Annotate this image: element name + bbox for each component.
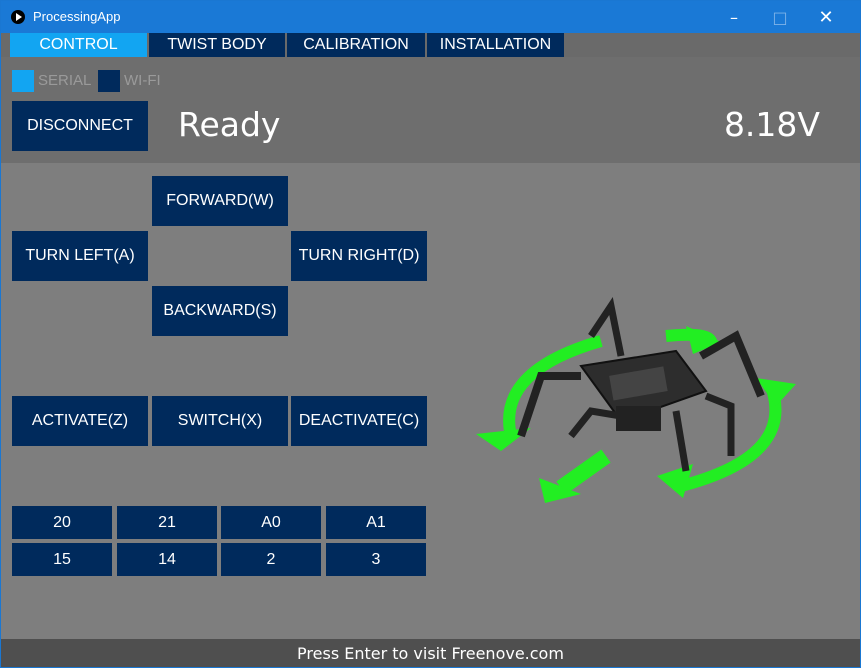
serial-radio[interactable]: [12, 70, 34, 92]
pin-button-15[interactable]: 15: [12, 543, 112, 576]
hexapod-robot-illustration: [476, 297, 796, 503]
turn-left-button[interactable]: TURN LEFT(A): [12, 231, 148, 281]
app-window: ProcessingApp – □ ✕ CONTROL TWIST BODY C…: [0, 0, 861, 668]
robot-leg-6: [672, 410, 690, 472]
close-icon[interactable]: ✕: [803, 1, 849, 33]
tab-bar: CONTROL TWIST BODY CALIBRATION INSTALLAT…: [1, 33, 860, 57]
pin-button-a1[interactable]: A1: [326, 506, 426, 539]
backward-button[interactable]: BACKWARD(S): [152, 286, 288, 336]
robot-leg-2: [517, 372, 581, 438]
robot-battery: [616, 406, 661, 431]
connection-status: Ready: [178, 105, 281, 144]
disconnect-button[interactable]: DISCONNECT: [12, 101, 148, 151]
tab-installation[interactable]: INSTALLATION: [427, 33, 564, 57]
title-bar: ProcessingApp – □ ✕: [1, 1, 860, 33]
robot-leg-4: [704, 392, 735, 456]
maximize-icon[interactable]: □: [757, 1, 803, 33]
pin-button-3[interactable]: 3: [326, 543, 426, 576]
pin-button-a0[interactable]: A0: [221, 506, 321, 539]
activate-button[interactable]: ACTIVATE(Z): [12, 396, 148, 446]
pin-button-14[interactable]: 14: [117, 543, 217, 576]
turn-right-button[interactable]: TURN RIGHT(D): [291, 231, 427, 281]
forward-button[interactable]: FORWARD(W): [152, 176, 288, 226]
serial-label: SERIAL: [38, 72, 92, 89]
pin-button-21[interactable]: 21: [117, 506, 217, 539]
move-arrow-line: [556, 449, 611, 495]
tab-twist-body[interactable]: TWIST BODY: [149, 33, 285, 57]
footer-link[interactable]: Press Enter to visit Freenove.com: [1, 639, 860, 667]
wifi-radio[interactable]: [98, 70, 120, 92]
switch-button[interactable]: SWITCH(X): [152, 396, 288, 446]
minimize-icon[interactable]: –: [711, 1, 757, 33]
robot-leg-5: [568, 407, 622, 439]
wifi-label: WI-FI: [124, 72, 161, 89]
tab-calibration[interactable]: CALIBRATION: [287, 33, 425, 57]
deactivate-button[interactable]: DEACTIVATE(C): [291, 396, 427, 446]
tab-control[interactable]: CONTROL: [10, 33, 147, 57]
pin-button-2[interactable]: 2: [221, 543, 321, 576]
window-title: ProcessingApp: [33, 9, 121, 24]
battery-voltage: 8.18V: [723, 105, 820, 144]
play-circle-icon: [11, 10, 25, 24]
pin-button-20[interactable]: 20: [12, 506, 112, 539]
